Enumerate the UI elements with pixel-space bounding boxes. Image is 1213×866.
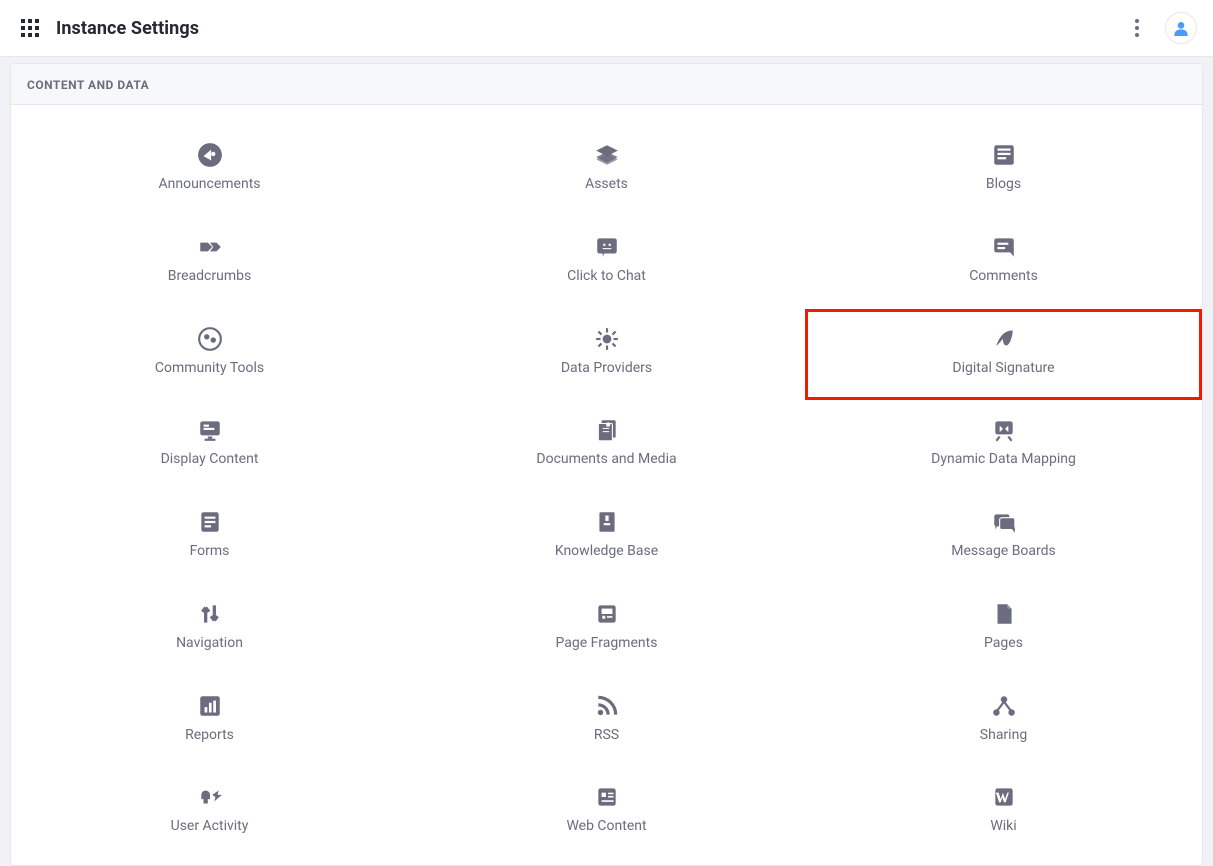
settings-item-label: Message Boards bbox=[951, 543, 1056, 559]
settings-item-label: Reports bbox=[185, 727, 234, 743]
settings-item-sharing[interactable]: Sharing bbox=[805, 676, 1202, 768]
settings-item-wiki[interactable]: Wiki bbox=[805, 767, 1202, 859]
documents-media-icon bbox=[594, 411, 620, 449]
breadcrumbs-icon bbox=[197, 228, 223, 266]
settings-item-label: Blogs bbox=[986, 176, 1021, 192]
settings-item-comments[interactable]: Comments bbox=[805, 217, 1202, 309]
apps-menu-button[interactable] bbox=[18, 16, 42, 40]
settings-item-dynamic-data-mapping[interactable]: Dynamic Data Mapping bbox=[805, 400, 1202, 492]
settings-item-label: Digital Signature bbox=[952, 360, 1054, 376]
community-tools-icon bbox=[197, 320, 223, 358]
settings-item-message-boards[interactable]: Message Boards bbox=[805, 492, 1202, 584]
user-icon bbox=[1173, 20, 1189, 36]
settings-item-label: Web Content bbox=[566, 818, 646, 834]
user-activity-icon bbox=[197, 778, 223, 816]
settings-item-label: Click to Chat bbox=[567, 268, 646, 284]
settings-item-rss[interactable]: RSS bbox=[408, 676, 805, 768]
settings-item-forms[interactable]: Forms bbox=[11, 492, 408, 584]
page-fragments-icon bbox=[594, 595, 620, 633]
comments-icon bbox=[991, 228, 1017, 266]
assets-icon bbox=[594, 136, 620, 174]
settings-item-display-content[interactable]: Display Content bbox=[11, 400, 408, 492]
digital-signature-icon bbox=[991, 320, 1017, 358]
announcements-icon bbox=[197, 136, 223, 174]
settings-item-label: Data Providers bbox=[561, 360, 652, 376]
knowledge-base-icon bbox=[594, 503, 620, 541]
settings-item-label: Forms bbox=[190, 543, 230, 559]
wiki-icon bbox=[991, 778, 1017, 816]
settings-item-reports[interactable]: Reports bbox=[11, 676, 408, 768]
settings-item-label: Community Tools bbox=[155, 360, 264, 376]
blogs-icon bbox=[991, 136, 1017, 174]
settings-item-label: Assets bbox=[585, 176, 628, 192]
settings-item-label: Breadcrumbs bbox=[168, 268, 251, 284]
settings-item-label: Display Content bbox=[161, 451, 259, 467]
settings-item-label: Page Fragments bbox=[556, 635, 658, 651]
settings-item-label: Comments bbox=[969, 268, 1038, 284]
grid-icon bbox=[21, 19, 39, 37]
settings-item-label: Documents and Media bbox=[536, 451, 676, 467]
settings-item-label: Announcements bbox=[158, 176, 260, 192]
pages-icon bbox=[991, 595, 1017, 633]
settings-item-label: Pages bbox=[984, 635, 1023, 651]
more-actions-button[interactable] bbox=[1123, 14, 1151, 42]
settings-item-documents-and-media[interactable]: Documents and Media bbox=[408, 400, 805, 492]
settings-item-web-content[interactable]: Web Content bbox=[408, 767, 805, 859]
settings-item-label: Sharing bbox=[980, 727, 1027, 743]
settings-item-label: Dynamic Data Mapping bbox=[931, 451, 1076, 467]
settings-item-navigation[interactable]: Navigation bbox=[11, 584, 408, 676]
settings-item-announcements[interactable]: Announcements bbox=[11, 125, 408, 217]
web-content-icon bbox=[594, 778, 620, 816]
settings-item-page-fragments[interactable]: Page Fragments bbox=[408, 584, 805, 676]
navigation-icon bbox=[197, 595, 223, 633]
settings-item-blogs[interactable]: Blogs bbox=[805, 125, 1202, 217]
message-boards-icon bbox=[991, 503, 1017, 541]
page-title: Instance Settings bbox=[56, 18, 199, 39]
dynamic-data-mapping-icon bbox=[991, 411, 1017, 449]
settings-item-label: User Activity bbox=[171, 818, 249, 834]
vertical-dots-icon bbox=[1135, 19, 1139, 37]
settings-item-label: Wiki bbox=[990, 818, 1016, 834]
settings-item-click-to-chat[interactable]: Click to Chat bbox=[408, 217, 805, 309]
settings-item-data-providers[interactable]: Data Providers bbox=[408, 309, 805, 401]
settings-item-label: Knowledge Base bbox=[555, 543, 658, 559]
settings-item-community-tools[interactable]: Community Tools bbox=[11, 309, 408, 401]
user-avatar-button[interactable] bbox=[1165, 12, 1197, 44]
settings-item-knowledge-base[interactable]: Knowledge Base bbox=[408, 492, 805, 584]
sharing-icon bbox=[991, 687, 1017, 725]
content-and-data-panel: CONTENT AND DATA Announcements Assets Blog… bbox=[10, 63, 1203, 866]
rss-icon bbox=[594, 687, 620, 725]
display-content-icon bbox=[197, 411, 223, 449]
settings-item-digital-signature[interactable]: Digital Signature bbox=[805, 309, 1202, 401]
settings-item-breadcrumbs[interactable]: Breadcrumbs bbox=[11, 217, 408, 309]
forms-icon bbox=[197, 503, 223, 541]
settings-item-user-activity[interactable]: User Activity bbox=[11, 767, 408, 859]
settings-item-pages[interactable]: Pages bbox=[805, 584, 1202, 676]
topbar: Instance Settings bbox=[0, 0, 1213, 57]
settings-item-label: RSS bbox=[594, 727, 619, 743]
settings-grid: Announcements Assets Blogs Breadcrumbs Click… bbox=[11, 105, 1202, 865]
panel-heading: CONTENT AND DATA bbox=[11, 64, 1202, 105]
content: CONTENT AND DATA Announcements Assets Blog… bbox=[0, 57, 1213, 866]
reports-icon bbox=[197, 687, 223, 725]
settings-item-assets[interactable]: Assets bbox=[408, 125, 805, 217]
settings-item-label: Navigation bbox=[176, 635, 243, 651]
data-providers-icon bbox=[594, 320, 620, 358]
click-to-chat-icon bbox=[594, 228, 620, 266]
